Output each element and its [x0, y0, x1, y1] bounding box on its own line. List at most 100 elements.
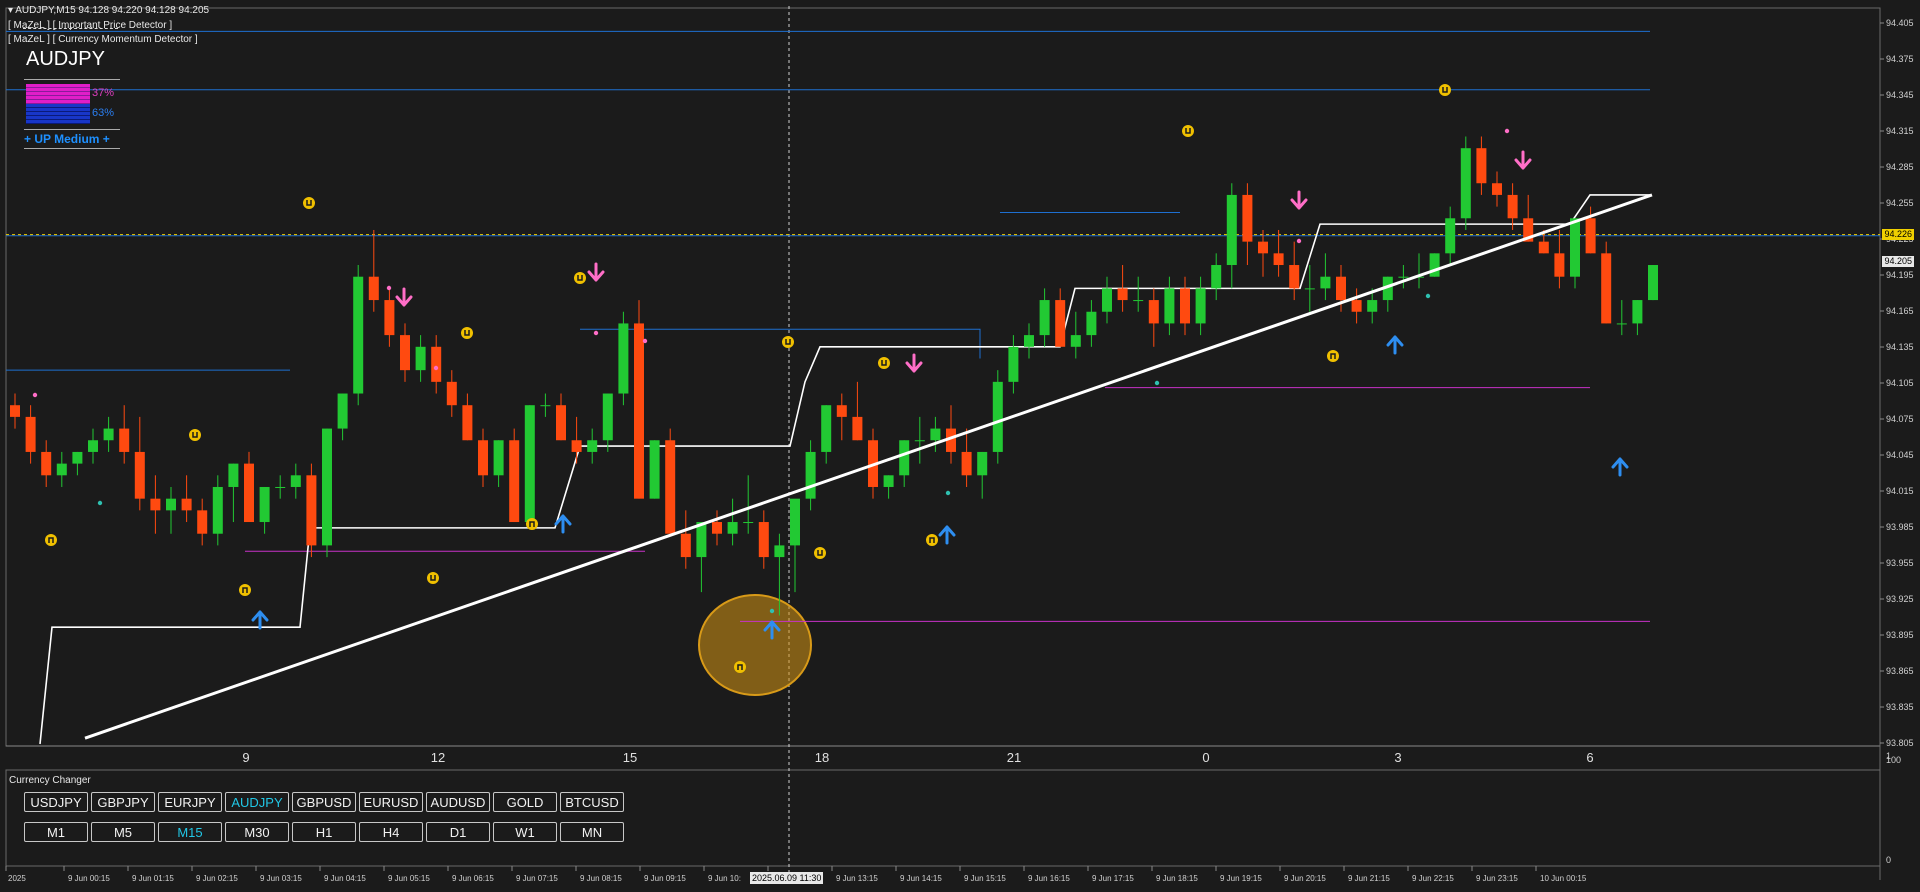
candle	[88, 428, 98, 464]
price-axis-label: 94.315	[1886, 126, 1914, 136]
candle-body	[524, 405, 535, 523]
timeframe-button-m15[interactable]: M15	[158, 822, 222, 842]
candle-body	[1055, 300, 1066, 347]
tick-marker-icon	[386, 285, 392, 291]
candle-body	[1226, 194, 1237, 266]
symbol-button-gbpjpy[interactable]: GBPJPY	[91, 792, 155, 812]
candle	[1226, 183, 1237, 289]
price-chart[interactable]: 94.405 94.375 94.345 94.315 94.285 94.255 94.2…	[0, 0, 1920, 892]
signal-coin-icon	[734, 661, 746, 673]
symbol-button-eurusd[interactable]: EURUSD	[359, 792, 423, 812]
candle-body	[368, 276, 379, 301]
candle-body	[1102, 288, 1112, 312]
candle	[41, 440, 52, 487]
candle-body	[353, 276, 364, 394]
signal-coin-icon	[526, 518, 538, 530]
candle	[10, 393, 20, 429]
timeframe-button-mn[interactable]: MN	[560, 822, 624, 842]
candle-body	[961, 451, 972, 476]
timeframe-button-h1[interactable]: H1	[292, 822, 356, 842]
candle	[322, 428, 332, 558]
candle	[103, 416, 114, 452]
candle-body	[41, 451, 52, 476]
arrow-up-icon	[1386, 335, 1404, 355]
symbol-button-audjpy[interactable]: AUDJPY	[225, 792, 289, 812]
signal-coin-disc	[303, 197, 315, 209]
price-axis-label: 94.075	[1886, 414, 1914, 424]
candle	[1398, 265, 1409, 289]
candle	[680, 510, 691, 569]
candle-body	[774, 545, 785, 558]
timeframe-button-m1[interactable]: M1	[24, 822, 88, 842]
time-axis-label: 9 Jun 01:15	[132, 874, 174, 883]
candle-body	[1336, 276, 1346, 301]
bid-price-tag: 94.226	[1882, 229, 1914, 240]
signal-coin-disc	[926, 534, 938, 546]
symbol-button-audusd[interactable]: AUDUSD	[426, 792, 490, 812]
candle	[1429, 253, 1440, 277]
candle	[1148, 288, 1159, 347]
sub-axis-label: 100	[1886, 755, 1901, 765]
candle	[1320, 253, 1331, 301]
candle-body	[134, 451, 145, 499]
candle	[961, 428, 972, 487]
candle	[930, 416, 941, 452]
highlight-circle	[698, 594, 812, 696]
candle	[790, 498, 800, 593]
candle	[1382, 276, 1393, 312]
price-axis-label: 93.805	[1886, 738, 1914, 748]
signal-coin-disc	[239, 584, 251, 596]
candle-body	[462, 405, 473, 441]
candle	[197, 498, 208, 546]
momentum-buy-bar	[26, 104, 90, 124]
candle-body	[992, 381, 1003, 452]
signal-coin-icon	[878, 357, 890, 369]
candle-body	[446, 381, 457, 406]
candle-body	[977, 451, 988, 476]
candle-body	[1460, 148, 1471, 219]
candle-body	[1570, 218, 1580, 277]
candle	[478, 428, 488, 487]
symbol-button-btcusd[interactable]: BTCUSD	[560, 792, 624, 812]
signal-coin-icon	[427, 572, 439, 584]
candle-body	[649, 440, 660, 499]
candle-body	[634, 323, 644, 499]
symbol-button-gold[interactable]: GOLD	[493, 792, 557, 812]
candle-body	[571, 440, 582, 452]
price-axis-label: 94.015	[1886, 486, 1914, 496]
symbol-button-usdjpy[interactable]: USDJPY	[24, 792, 88, 812]
candle-body	[119, 428, 130, 452]
timeframe-button-d1[interactable]: D1	[426, 822, 490, 842]
signal-coin-icon	[814, 547, 826, 559]
candle-body	[618, 323, 629, 394]
candle	[134, 416, 145, 511]
time-axis-label: 9 Jun 05:15	[388, 874, 430, 883]
momentum-trend-divider	[24, 148, 120, 149]
price-axis-label: 94.285	[1886, 162, 1914, 172]
symbol-button-gbpusd[interactable]: GBPUSD	[292, 792, 356, 812]
candle	[727, 498, 738, 546]
hour-axis-label: 21	[1007, 750, 1021, 765]
price-axis-label: 94.345	[1886, 90, 1914, 100]
candle	[634, 300, 644, 499]
timeframe-button-w1[interactable]: W1	[493, 822, 557, 842]
timeframe-button-m30[interactable]: M30	[225, 822, 289, 842]
candle	[1616, 300, 1627, 336]
candle	[696, 522, 707, 593]
candle-body	[244, 463, 254, 523]
candle	[1180, 276, 1190, 336]
candle	[571, 416, 582, 464]
arrow-down-icon	[1290, 190, 1308, 210]
candle	[1554, 229, 1565, 289]
candle-body	[836, 405, 847, 417]
candle	[1570, 218, 1580, 289]
candle	[1008, 335, 1019, 394]
candle	[119, 405, 130, 464]
candle-body	[712, 522, 722, 534]
timeframe-button-m5[interactable]: M5	[91, 822, 155, 842]
candle	[618, 311, 629, 406]
candle	[712, 510, 722, 546]
tick-marker-icon	[32, 392, 38, 398]
timeframe-button-h4[interactable]: H4	[359, 822, 423, 842]
symbol-button-eurjpy[interactable]: EURJPY	[158, 792, 222, 812]
